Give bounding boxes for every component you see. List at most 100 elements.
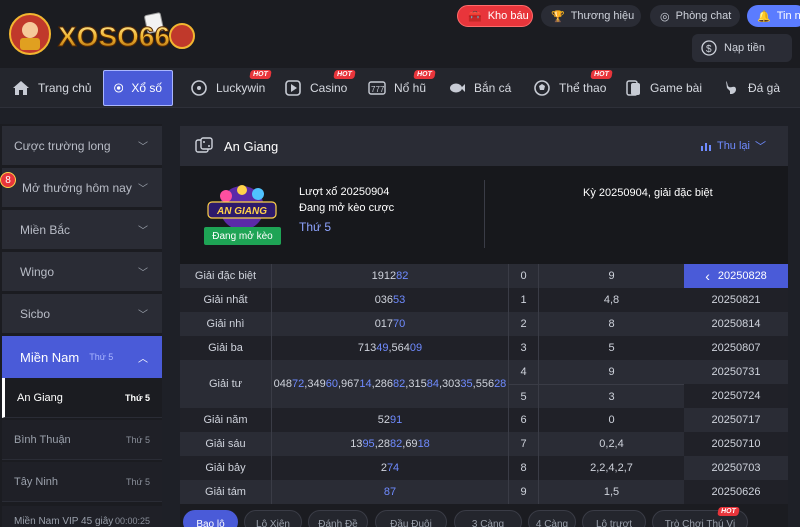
sidebar-item-cuoc-truong-long[interactable]: Cược trường long ﹀ [2,126,162,165]
nav-no-hu[interactable]: 777 Nổ hũ HOT [368,70,436,106]
tail-digits: 0,2,4 [599,438,624,450]
rooster-icon [726,81,736,94]
tail-index: 7 [509,432,539,456]
tail-digits: 3 [539,384,684,408]
sidebar-item-mien-bac[interactable]: Miền Bắc ﹀ [2,210,162,249]
sidebar-item-wingo[interactable]: Wingo ﹀ [2,252,162,291]
tail-digits: 1,5 [603,486,620,498]
casino-icon [285,80,301,96]
draw-date-item[interactable]: 20250717 [684,408,788,432]
hot-badge: HOT [413,70,436,79]
number-prefix: 017 [374,318,394,330]
tail-index: 3 [509,336,539,360]
tail-index: 8 [509,456,539,480]
number-prefix: 036 [374,294,394,306]
number-suffix: 18 [417,438,430,450]
tail-digits: 0 [608,414,615,426]
draw-date-item[interactable]: 20250821 [684,288,788,312]
tail-digits: 2,2,4,2,7 [590,462,633,474]
tab-bet-type[interactable]: 3 Càng [454,510,522,527]
sidebar-sub-tay-ninh[interactable]: Tây Ninh Thứ 5 [2,462,162,502]
nav-game-bai[interactable]: Game bài [624,70,702,106]
prize-name: Giải nhất [180,288,272,312]
trophy-icon: 🏆 [551,10,565,23]
draw-date-item[interactable]: 20250807 [684,336,788,360]
sidebar-sub-an-giang[interactable]: An Giang Thứ 5 [2,378,162,418]
chevron-down-icon: ﹀ [755,141,766,153]
tail-digits: 9 [608,366,615,378]
draw-date-item[interactable]: ‹ 20250828 [684,264,788,288]
nav-the-thao[interactable]: Thể thao HOT [533,70,613,106]
nav-da-ga[interactable]: Đá gà [722,70,780,106]
number-suffix: 70 [393,318,406,330]
header: XOSO66 🧰 Kho báu 🏆 Thương hiệu ◎ Phòng c… [0,0,800,68]
sidebar: Cược trường long ﹀ Mở thưởng hôm nay ﹀ M… [0,124,162,527]
cards-icon [626,80,640,96]
svg-text:$: $ [706,44,712,55]
prize-name: Giải ba [180,336,272,360]
draw-date-item[interactable]: 20250731 [684,360,788,384]
draw-date-item[interactable]: 20250626 [684,480,788,504]
chevron-down-icon: ﹀ [138,310,148,321]
sidebar-sub-mien-nam-vip[interactable]: Miền Nam VIP 45 giây 00:00:25 [2,506,162,527]
svg-text:AN GIANG: AN GIANG [216,206,267,217]
number-suffix: 84 [426,378,439,390]
prize-numbers: 52 91 [272,408,509,432]
nav-luckywin[interactable]: Luckywin HOT [190,70,272,106]
chat-icon: ◎ [660,10,670,23]
tab-bet-type[interactable]: Đánh Đề [308,510,368,527]
draw-date-item[interactable]: 20250710 [684,432,788,456]
phong-chat-button[interactable]: ◎ Phòng chat [650,5,740,27]
fish-icon [450,83,465,93]
draw-info: AN GIANG Đang mở kèo Lượt xổ 20250904 Đa… [180,166,788,264]
draw-date-item[interactable]: 20250814 [684,312,788,336]
number-prefix: 349 [307,378,326,390]
bell-icon: 🔔 [757,10,771,23]
sidebar-item-mo-thuong-hom-nay[interactable]: Mở thưởng hôm nay ﹀ [2,168,162,207]
thuong-hieu-button[interactable]: 🏆 Thương hiệu [541,5,641,27]
nap-tien-button[interactable]: $ Nạp tiền [692,34,792,62]
tab-bet-type[interactable]: Đầu Đuôi [375,510,447,527]
number-suffix: 72 [292,378,305,390]
nav-xo-so[interactable]: Xổ số [103,70,173,106]
tab-bet-type[interactable]: Bao lô [183,510,238,527]
xoso66-logo[interactable]: XOSO66 [6,8,202,60]
tab-bet-type[interactable]: Lô trượt [582,510,646,527]
slot-icon: 777 [368,81,386,95]
prize-name: Giải tư [180,360,272,408]
number-suffix: 09 [409,342,423,354]
deposit-icon: $ [701,40,717,56]
tail-index: 5 [509,384,538,408]
draw-date-item[interactable]: 20250703 [684,456,788,480]
number-prefix: 967 [341,378,360,390]
hot-badge: HOT [717,507,740,516]
bet-type-tabs: Bao lô Lô Xiên Đánh Đề Đầu Đuôi 3 Càng 4 Càng… [180,507,800,527]
tab-bet-type[interactable]: 4 Càng [528,510,576,527]
dice-icon [195,137,213,153]
result-row: Giải tư 048 72, 349 60, 967 14, 286 82, 315 84, 303… [180,360,684,408]
tab-bet-type[interactable]: Trò Chơi Thú Vị HOT [652,507,748,527]
nav-casino[interactable]: Casino HOT [284,70,356,106]
sidebar-sub-binh-thuan[interactable]: Bình Thuận Thứ 5 [2,420,162,460]
result-row: Giải nhất 036 53 1 4,8 [180,288,684,312]
sidebar-item-mien-nam[interactable]: Miền Nam Thứ 5 ︿ [2,336,162,378]
chart-icon [700,143,711,151]
tab-bet-type[interactable]: Lô Xiên [244,510,302,527]
chevron-down-icon: ﹀ [138,268,148,279]
result-row: Giải sáu 13 95, 28 82, 69 18 7 0,2,4 [180,432,684,456]
status-badge: Đang mở kèo [204,227,281,245]
svg-text:777: 777 [371,85,385,94]
prize-name: Giải đặc biệt [180,264,272,288]
hot-badge: HOT [590,70,613,79]
draw-date-item[interactable]: 20250724 [684,384,788,408]
number-suffix: 28 [494,378,507,390]
tin-nhan-button[interactable]: 🔔 Tin n [747,5,800,27]
nav-trang-chu[interactable]: Trang chủ [12,70,92,106]
number-suffix: 14 [359,378,372,390]
sidebar-item-sicbo[interactable]: Sicbo ﹀ [2,294,162,333]
treasure-icon: 🧰 [468,10,482,23]
number-suffix: 95 [362,438,375,450]
kho-bau-button[interactable]: 🧰 Kho báu [457,5,533,27]
collapse-button[interactable]: Thu lại ﹀ [700,138,766,154]
nav-ban-ca[interactable]: Bắn cá [448,70,511,106]
